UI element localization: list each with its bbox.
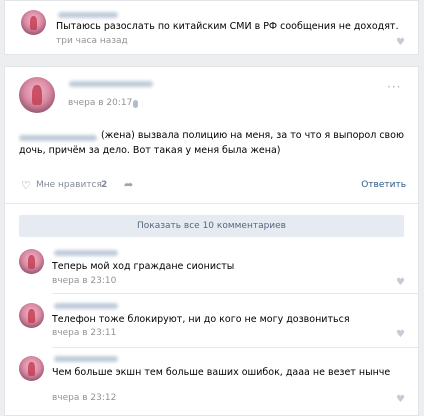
avatar[interactable] [19, 303, 44, 328]
comment-time[interactable]: вчера в 23:10 [52, 276, 116, 286]
post-text-line-2: дочь, причём за дело. Вот такая у меня б… [19, 145, 281, 156]
avatar[interactable] [19, 77, 55, 113]
post-text-line-1: (жена) вызвала полицию на меня, за то чт… [101, 130, 404, 141]
reply-link[interactable]: Ответить [361, 180, 406, 190]
like-count: 2 [101, 180, 108, 190]
post-time[interactable]: вчера в 20:17 [68, 98, 132, 108]
comment-time[interactable]: вчера в 23:12 [52, 393, 116, 403]
share-icon[interactable]: ➦ [124, 178, 133, 191]
heart-icon[interactable]: ♥ [396, 330, 406, 340]
top-comment-card: Пытаюсь разослать по китайским СМИ в РФ … [4, 0, 419, 55]
heart-icon[interactable]: ♥ [396, 278, 406, 288]
divider [52, 293, 418, 294]
post-card: вчера в 20:17 ··· (жена) вызвала полицию… [4, 66, 419, 416]
author-name-blurred[interactable] [54, 303, 118, 309]
comment-text: Пытаюсь разослать по китайским СМИ в РФ … [56, 21, 399, 32]
heart-icon[interactable]: ♥ [396, 395, 406, 405]
divider [52, 347, 418, 348]
microphone-icon [133, 100, 138, 108]
show-all-comments-button[interactable]: Показать все 10 комментариев [19, 215, 404, 237]
avatar[interactable] [21, 10, 46, 35]
comment-text: Телефон тоже блокируют, ни до кого не мо… [52, 314, 350, 325]
avatar[interactable] [19, 249, 44, 274]
comment-text: Теперь мой ход граждане сионисты [52, 261, 235, 272]
author-name-blurred[interactable] [58, 12, 118, 18]
heart-icon[interactable]: ♥ [396, 38, 406, 48]
like-button[interactable]: Мне нравится [36, 180, 102, 190]
author-name-blurred[interactable] [69, 81, 153, 87]
comment-time[interactable]: вчера в 23:11 [52, 328, 116, 338]
heart-icon[interactable]: ♡ [21, 179, 31, 192]
author-name-blurred[interactable] [54, 250, 118, 256]
avatar[interactable] [19, 356, 44, 381]
divider [5, 203, 418, 204]
comment-time[interactable]: три часа назад [56, 36, 128, 46]
more-dots-icon[interactable]: ··· [387, 80, 401, 94]
mentioned-name-blurred[interactable] [19, 135, 97, 141]
author-name-blurred[interactable] [54, 356, 118, 362]
comment-text: Чем больше экшн тем больше ваших ошибок,… [52, 367, 391, 378]
